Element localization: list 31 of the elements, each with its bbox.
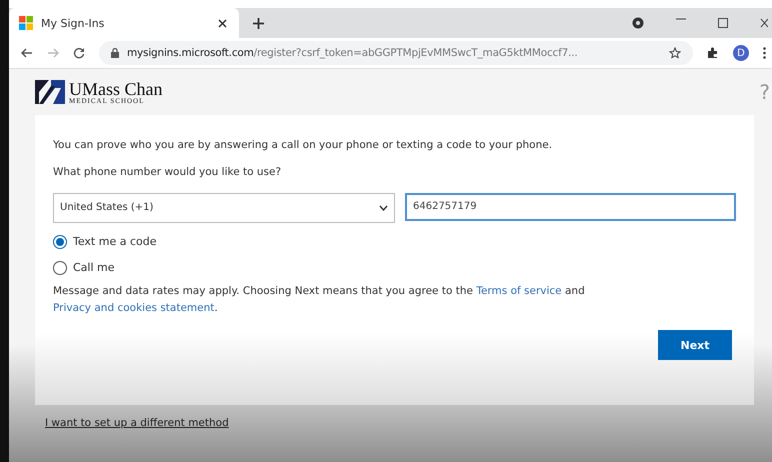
more-icon[interactable] — [763, 47, 766, 59]
policy-link[interactable]: Terms of service — [476, 284, 562, 297]
phone-number-field[interactable]: 6462757179 — [405, 192, 736, 221]
different-method-link[interactable]: I want to set up a different method — [45, 417, 772, 429]
url-text: mysignins.microsoft.com/register?csrf_token=abGGPTMpjEvMMSwcT_maG5ktMMoccf7... — [127, 47, 578, 59]
radio-option[interactable]: Text me a code — [53, 234, 736, 249]
plus-icon[interactable] — [253, 18, 264, 28]
record-icon[interactable] — [632, 17, 644, 29]
country-dropdown[interactable]: United States (+1) — [53, 192, 395, 223]
browser-tab[interactable]: My Sign-Ins — [9, 8, 239, 38]
address-bar[interactable]: mysignins.microsoft.com/register?csrf_token=abGGPTMpjEvMMSwcT_maG5ktMMoccf7... — [99, 41, 693, 65]
chevron-down-icon — [379, 204, 388, 211]
logo-name: UMass Chan — [69, 80, 162, 98]
policy-link[interactable]: Privacy and cookies statement — [53, 302, 214, 314]
close-icon[interactable] — [218, 18, 227, 28]
tab-title: My Sign-Ins — [41, 16, 106, 30]
windows-logo-icon — [19, 16, 33, 30]
logo-icon — [35, 80, 65, 104]
lock-icon — [111, 48, 119, 58]
restore-icon[interactable] — [718, 18, 728, 28]
intro-text: You can prove who you are by answering a call on your phone or texting a code to your phone. — [53, 138, 554, 153]
close-icon[interactable] — [760, 18, 768, 28]
puzzle-icon[interactable] — [707, 47, 719, 59]
radio-option[interactable]: Call me — [53, 260, 736, 275]
star-icon[interactable] — [669, 47, 681, 59]
consent-text: Message and data rates may apply. Choosing Next means that you agree to the Terms of service and Privacy and cookies statement. — [53, 284, 586, 316]
next-button[interactable]: Next — [658, 330, 732, 360]
back-icon[interactable] — [21, 47, 33, 59]
profile-avatar[interactable]: D — [733, 45, 749, 61]
reload-icon[interactable] — [73, 47, 85, 59]
question-text: What phone number would you like to use? — [53, 164, 282, 180]
